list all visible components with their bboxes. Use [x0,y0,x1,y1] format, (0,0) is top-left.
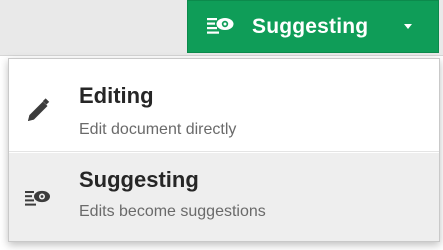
mode-dropdown-menu: Editing Edit document directly Suggestin… [8,58,440,242]
menu-divider [9,151,439,152]
menu-item-editing-description: Edit document directly [79,121,237,138]
mode-button-label: Suggesting [252,14,369,38]
pencil-icon [23,96,53,126]
screenshot-stage: Suggesting Editing Edit document directl… [0,0,443,250]
suggest-icon [206,15,236,39]
caret-down-icon [404,24,412,29]
suggest-icon [23,184,53,214]
editing-mode-button[interactable]: Suggesting [187,0,439,53]
menu-item-editing-title: Editing [79,83,154,108]
menu-item-editing[interactable]: Editing Edit document directly [9,59,439,151]
menu-item-suggesting-title: Suggesting [79,167,199,192]
menu-item-suggesting-description: Edits become suggestions [79,203,266,220]
menu-item-suggesting[interactable]: Suggesting Edits become suggestions [9,153,439,241]
